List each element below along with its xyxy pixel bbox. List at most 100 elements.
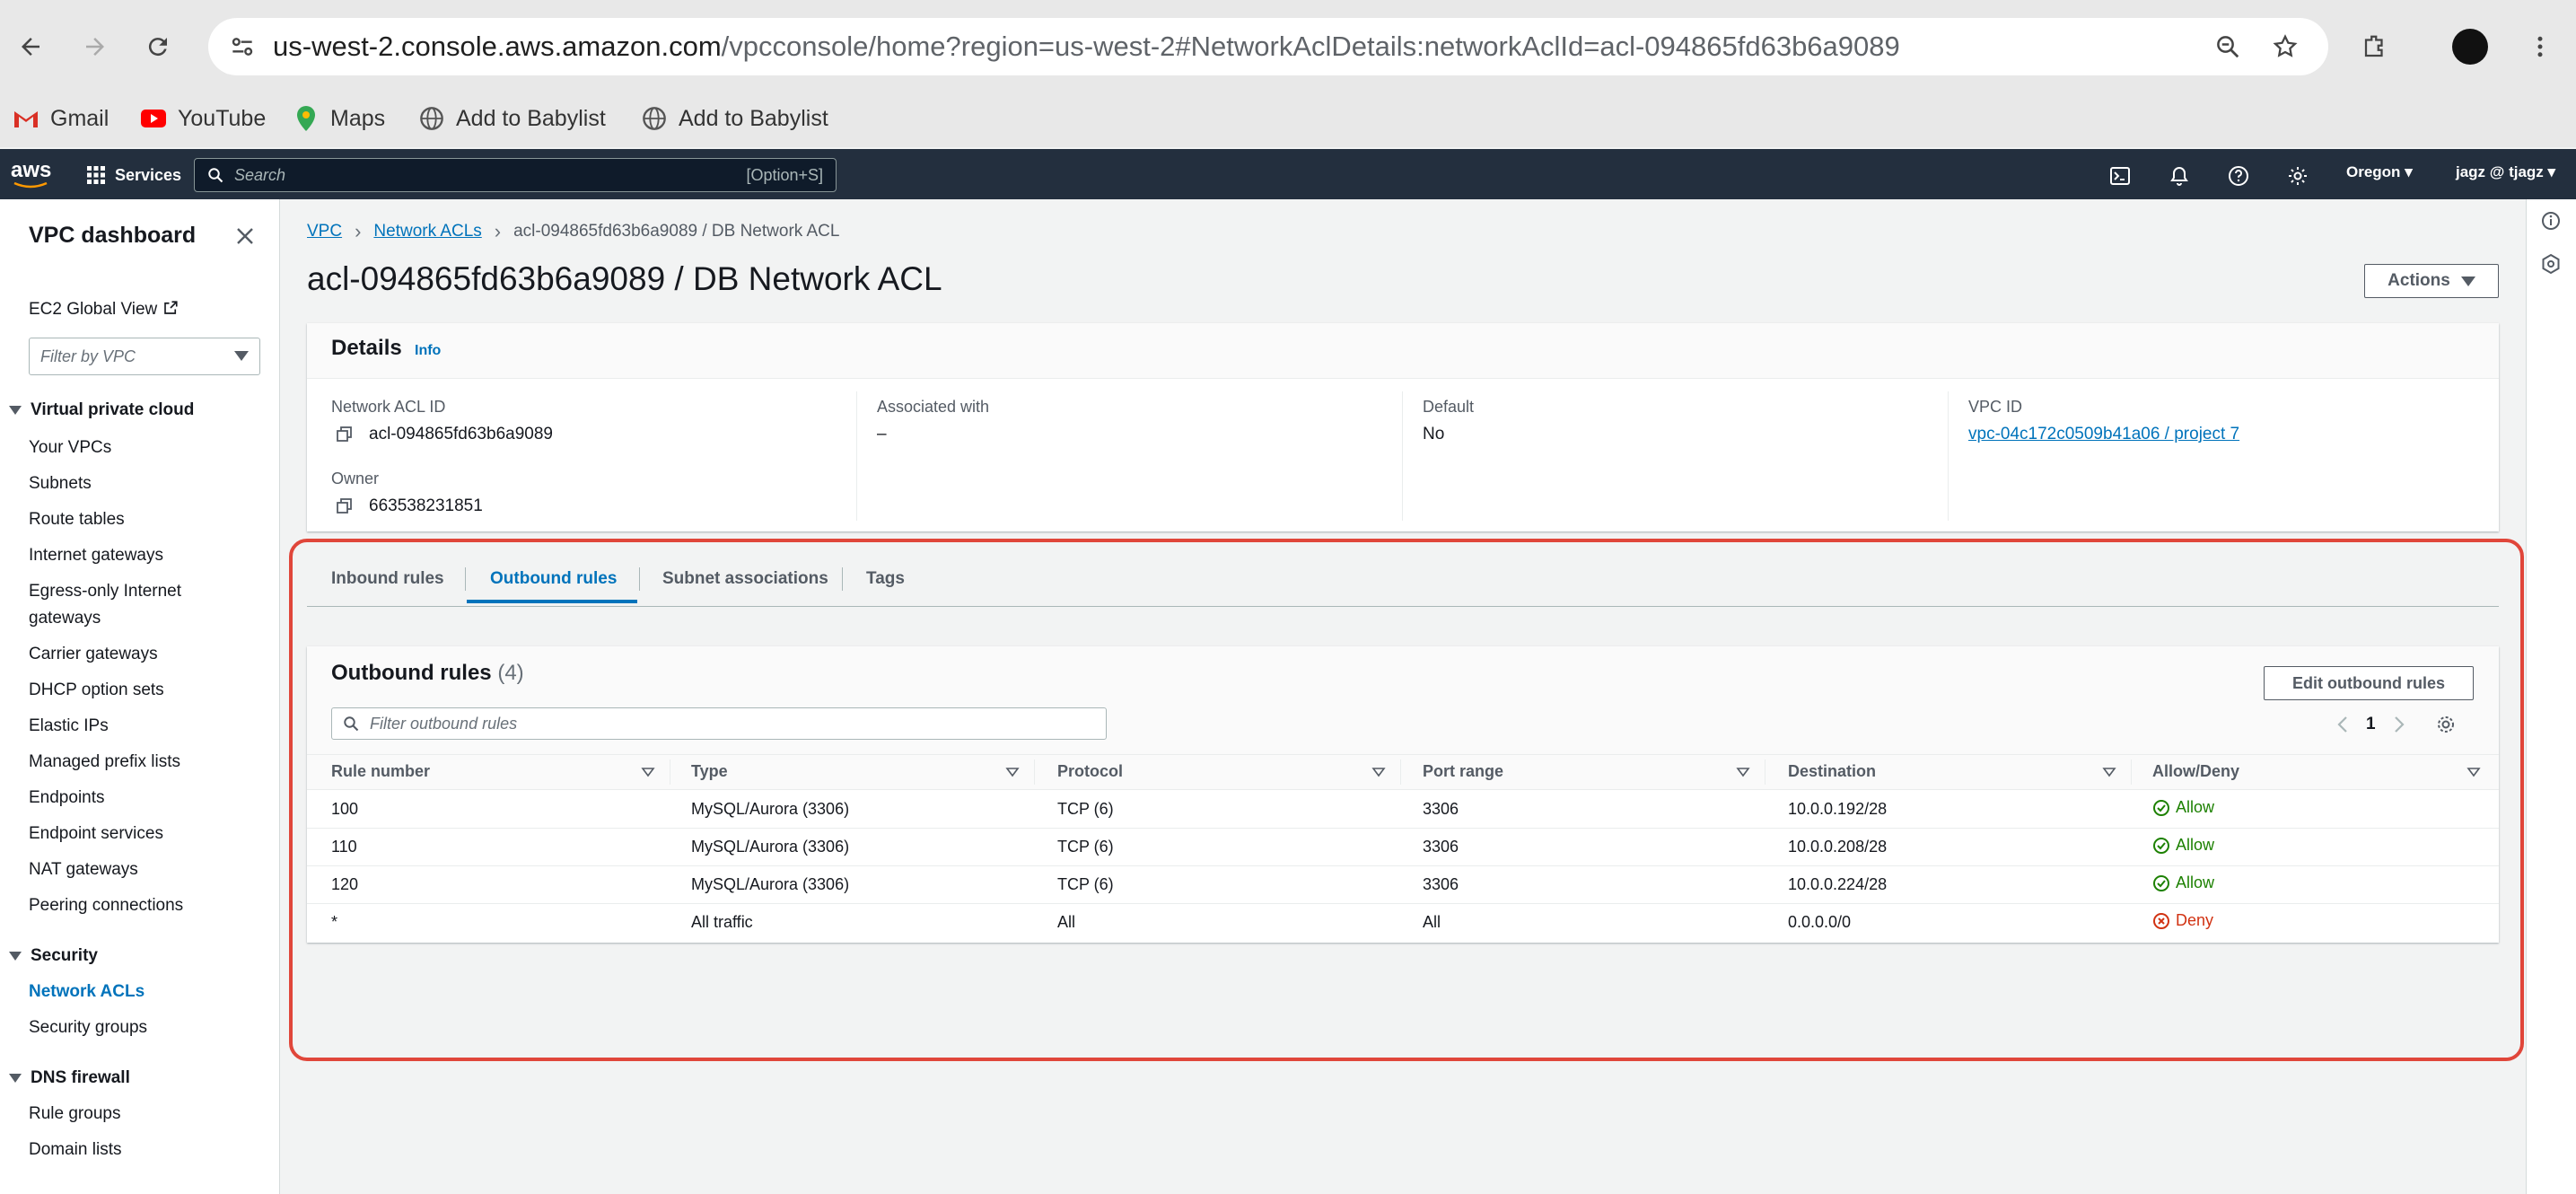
bookmark-babylist-2[interactable]: Add to Babylist: [641, 99, 828, 138]
actions-label: Actions: [2388, 271, 2450, 290]
youtube-icon: [140, 105, 167, 132]
actions-button[interactable]: Actions: [2364, 264, 2499, 298]
sidebar-item-your-vpcs[interactable]: Your VPCs: [29, 438, 111, 458]
sidebar-title[interactable]: VPC dashboard: [29, 223, 196, 249]
sidebar-section-vpc[interactable]: Virtual private cloud: [9, 400, 194, 420]
sidebar-item-endpoint-services[interactable]: Endpoint services: [29, 824, 163, 844]
sidebar-item-dhcp-option-sets[interactable]: DHCP option sets: [29, 680, 164, 700]
breadcrumb-vpc[interactable]: VPC: [307, 222, 342, 241]
sidebar-item-security-groups[interactable]: Security groups: [29, 1018, 147, 1038]
info-icon[interactable]: [2540, 210, 2562, 236]
sidebar-item-egress-only-gateways-cont[interactable]: gateways: [29, 609, 101, 628]
breadcrumb: VPC › Network ACLs › acl-094865fd63b6a90…: [307, 220, 839, 243]
bookmark-gmail[interactable]: Gmail: [13, 99, 109, 138]
vpc-filter-select[interactable]: Filter by VPC: [29, 338, 260, 375]
url-host: us-west-2.console.aws.amazon.com: [273, 31, 722, 62]
owner-value: 663538231851: [369, 496, 483, 515]
bookmark-label: Add to Babylist: [456, 105, 606, 131]
copy-icon[interactable]: [336, 426, 354, 448]
sidebar-item-managed-prefix-lists[interactable]: Managed prefix lists: [29, 752, 180, 772]
details-header: [307, 323, 2499, 379]
details-title: Details: [331, 336, 402, 360]
details-info-link[interactable]: Info: [415, 343, 441, 359]
aws-logo-text: aws: [11, 158, 52, 182]
section-heading: Virtual private cloud: [31, 400, 195, 419]
notifications-bell-icon[interactable]: [2165, 162, 2194, 190]
bookmark-youtube[interactable]: YouTube: [140, 99, 266, 138]
associated-value: –: [877, 425, 887, 443]
region-label: Oregon: [2346, 163, 2401, 180]
caret-down-icon: [2460, 276, 2475, 286]
default-value: No: [1423, 425, 1445, 443]
sidebar-section-dns-firewall[interactable]: DNS firewall: [9, 1068, 130, 1088]
sidebar-item-elastic-ips[interactable]: Elastic IPs: [29, 716, 109, 736]
sidebar-item-carrier-gateways[interactable]: Carrier gateways: [29, 645, 158, 664]
region-selector[interactable]: Oregon ▾: [2346, 163, 2413, 181]
caret-down-icon: ▾: [2547, 163, 2556, 180]
resources-icon[interactable]: [2540, 253, 2562, 279]
grid-icon: [86, 165, 106, 185]
gmail-icon: [13, 105, 39, 132]
breadcrumb-current: acl-094865fd63b6a9089 / DB Network ACL: [513, 222, 840, 241]
breadcrumb-network-acls[interactable]: Network ACLs: [373, 222, 481, 241]
account-menu[interactable]: jagz @ tjagz ▾: [2456, 163, 2555, 181]
section-heading: DNS firewall: [31, 1068, 130, 1087]
bookmarks-bar: [0, 93, 2576, 147]
maps-icon: [293, 105, 320, 132]
address-bar[interactable]: us-west-2.console.aws.amazon.com/vpccons…: [208, 18, 2328, 75]
page-title: acl-094865fd63b6a9089 / DB Network ACL: [307, 260, 942, 297]
sidebar-item-rule-groups[interactable]: Rule groups: [29, 1104, 120, 1124]
globe-icon: [641, 105, 668, 132]
aws-logo[interactable]: aws: [11, 158, 63, 190]
details-divider: [1948, 391, 1949, 521]
vpc-filter-placeholder: Filter by VPC: [40, 347, 136, 365]
reload-icon[interactable]: [131, 20, 185, 74]
bookmark-label: YouTube: [178, 105, 267, 131]
zoom-icon[interactable]: [2201, 20, 2255, 74]
sidebar-item-domain-lists[interactable]: Domain lists: [29, 1140, 121, 1160]
bookmark-label: Maps: [330, 105, 386, 131]
profile-avatar[interactable]: [2443, 20, 2497, 74]
globe-icon: [418, 105, 445, 132]
sidebar-item-egress-only-gateways[interactable]: Egress-only Internet: [29, 582, 181, 601]
external-link-icon: [162, 300, 179, 319]
details-divider: [1402, 391, 1403, 521]
forward-icon[interactable]: [68, 20, 122, 74]
bookmark-maps[interactable]: Maps: [293, 99, 385, 138]
aws-search-input[interactable]: Search [Option+S]: [194, 158, 837, 192]
bookmark-star-icon[interactable]: [2258, 20, 2312, 74]
extensions-icon[interactable]: [2348, 20, 2402, 74]
copy-icon[interactable]: [336, 497, 354, 520]
settings-gear-icon[interactable]: [2283, 162, 2312, 190]
back-icon[interactable]: [4, 20, 57, 74]
sidebar-item-route-tables[interactable]: Route tables: [29, 510, 125, 530]
close-icon[interactable]: [232, 223, 258, 250]
search-placeholder: Search: [234, 165, 286, 184]
site-settings-icon[interactable]: [228, 32, 257, 61]
bookmark-babylist-1[interactable]: Add to Babylist: [418, 99, 606, 138]
search-icon: [207, 167, 223, 183]
sidebar-item-peering-connections[interactable]: Peering connections: [29, 896, 183, 916]
sidebar-item-subnets[interactable]: Subnets: [29, 474, 92, 494]
caret-down-icon: [9, 405, 22, 415]
help-icon[interactable]: [2224, 162, 2253, 190]
bookmark-label: Gmail: [50, 105, 110, 131]
sidebar-item-endpoints[interactable]: Endpoints: [29, 788, 105, 808]
vpc-id-link[interactable]: vpc-04c172c0509b41a06 / project 7: [1968, 425, 2239, 444]
sidebar-item-nat-gateways[interactable]: NAT gateways: [29, 860, 138, 880]
sidebar-section-security[interactable]: Security: [9, 946, 98, 966]
right-utility-rail: [2526, 199, 2576, 1194]
highlight-annotation: [289, 539, 2524, 1061]
acl-id-value: acl-094865fd63b6a9089: [369, 425, 553, 443]
cloudshell-icon[interactable]: [2106, 162, 2134, 190]
caret-down-icon: ▾: [2405, 163, 2413, 180]
browser-menu-icon[interactable]: [2513, 20, 2567, 74]
sidebar-item-network-acls[interactable]: Network ACLs: [29, 982, 145, 1002]
section-heading: Security: [31, 946, 98, 965]
sidebar-item-ec2-global-view[interactable]: EC2 Global View: [29, 300, 179, 320]
caret-down-icon: [9, 1073, 22, 1083]
chevron-right-icon: ›: [355, 220, 362, 242]
services-button[interactable]: Services: [86, 162, 181, 189]
vpc-id-label: VPC ID: [1968, 398, 2023, 416]
sidebar-item-internet-gateways[interactable]: Internet gateways: [29, 546, 163, 566]
